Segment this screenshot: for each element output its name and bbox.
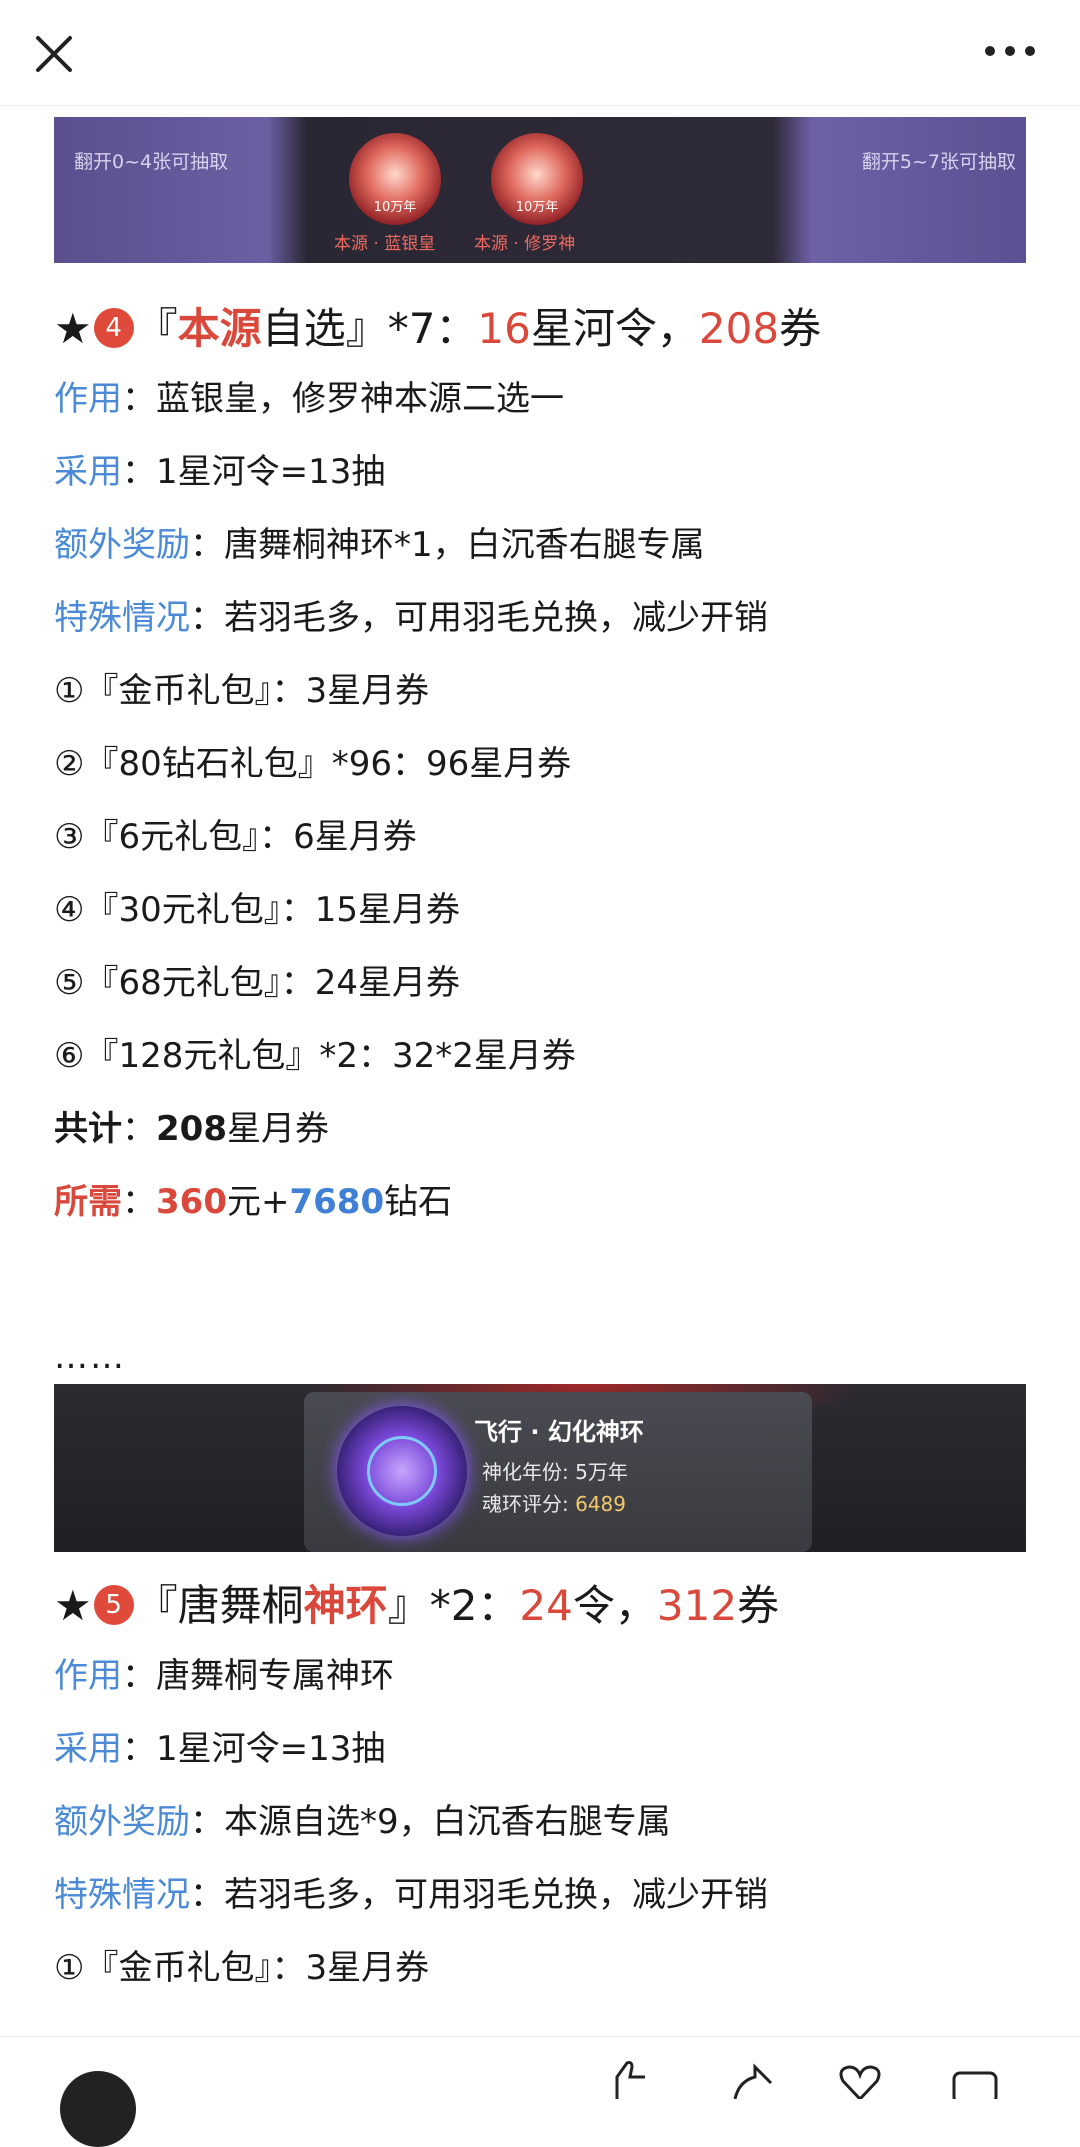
- need-diamond-number: 7680: [289, 1182, 385, 1222]
- info-row: 特殊情况：若羽毛多，可用羽毛兑换，减少开销: [54, 596, 1026, 640]
- banner2-score-label: 魂环评分:: [482, 1492, 576, 1516]
- comment-icon[interactable]: [950, 2059, 1000, 2105]
- need-yuan-text: 元+: [226, 1182, 290, 1222]
- number-badge: 4: [93, 307, 134, 348]
- heading-text: 自选』*7：: [261, 304, 478, 353]
- more-dots-icon[interactable]: [980, 36, 1040, 66]
- bottom-bar: [0, 2036, 1080, 2147]
- need-diamond-text: 钻石: [384, 1182, 453, 1222]
- banner-image-shenhuan[interactable]: 飞行 · 幻化神环 神化年份: 5万年 魂环评分: 6489: [54, 1384, 1026, 1552]
- top-bar: [0, 0, 1080, 106]
- row-label: 采用: [54, 452, 122, 492]
- row-text: 蓝银皇，修罗神本源二选一: [156, 379, 564, 419]
- share-icon[interactable]: [725, 2059, 775, 2100]
- row-sep: ：: [122, 379, 156, 419]
- row-text: 若羽毛多，可用羽毛兑换，减少开销: [224, 598, 768, 638]
- list-item: ④『30元礼包』：15星月券: [54, 890, 461, 930]
- row-label: 作用: [54, 379, 122, 419]
- heading-text: 令，: [572, 1581, 657, 1630]
- row-text: 本源自选*9，白沉香右腿专属: [224, 1802, 671, 1842]
- banner2-score-row: 魂环评分: 6489: [482, 1488, 626, 1517]
- banner-left-text: 翻开0~4张可抽取: [74, 151, 229, 173]
- row-sep: ：: [122, 1109, 156, 1149]
- heading-highlight: 神环: [303, 1581, 388, 1630]
- soul-ring-icon: [337, 1406, 467, 1536]
- info-row: 作用：蓝银皇，修罗神本源二选一: [54, 377, 1026, 421]
- row-label: 作用: [54, 1656, 122, 1696]
- info-row: 采用：1星河令=13抽: [54, 450, 1026, 494]
- need-label: 所需: [54, 1182, 122, 1222]
- row-text: 1星河令=13抽: [156, 1729, 386, 1769]
- row-sep: ：: [190, 1802, 224, 1842]
- list-item: ①『金币礼包』：3星月券: [54, 671, 430, 711]
- total-row: 共计：208星月券: [54, 1107, 1026, 1151]
- banner-right-text: 翻开5~7张可抽取: [861, 151, 1016, 173]
- row-sep: ：: [190, 1875, 224, 1915]
- need-row: 所需：360元+7680钻石: [54, 1180, 1026, 1224]
- list-item: ①『金币礼包』：3星月券: [54, 1948, 430, 1988]
- row-label: 采用: [54, 1729, 122, 1769]
- heading-number: 312: [656, 1581, 738, 1630]
- orb-icon: 10万年: [349, 133, 441, 225]
- row-sep: ：: [190, 525, 224, 565]
- row-label: 特殊情况: [54, 598, 190, 638]
- section-heading: ★ 4 『本源自选』*7：16星河令，208券: [54, 301, 1026, 357]
- row-text: 若羽毛多，可用羽毛兑换，减少开销: [224, 1875, 768, 1915]
- info-row: 作用：唐舞桐专属神环: [54, 1654, 1026, 1698]
- orb-year: 10万年: [515, 200, 559, 215]
- total-unit: 星月券: [226, 1109, 329, 1149]
- heading-highlight: 本源: [177, 304, 262, 353]
- info-row: 额外奖励：本源自选*9，白沉香右腿专属: [54, 1800, 1026, 1844]
- list-item: ⑤『68元礼包』：24星月券: [54, 963, 461, 1003]
- number-badge: 5: [93, 1584, 134, 1625]
- banner2-score-value: 6489: [575, 1492, 627, 1516]
- like-icon[interactable]: [605, 2059, 655, 2099]
- heading-number: 16: [477, 304, 531, 353]
- heading-number: 24: [519, 1581, 573, 1630]
- list-item: ③『6元礼包』：6星月券: [54, 817, 417, 857]
- heading-text: 券: [737, 1581, 780, 1630]
- orb-label: 本源 · 修罗神: [474, 234, 576, 254]
- row-sep: ：: [190, 598, 224, 638]
- row-text: 唐舞桐专属神环: [156, 1656, 394, 1696]
- row-text: 唐舞桐神环*1，白沉香右腿专属: [224, 525, 705, 565]
- row-sep: ：: [122, 1656, 156, 1696]
- heading-text: 『: [135, 304, 178, 353]
- heading-text: 』*2：: [387, 1581, 520, 1630]
- heading-text: 星河令，: [530, 304, 699, 353]
- row-label: 额外奖励: [54, 525, 190, 565]
- orb-icon: 10万年: [491, 133, 583, 225]
- list-item: ⑥『128元礼包』*2：32*2星月券: [54, 1036, 576, 1076]
- banner2-wrapper: 飞行 · 幻化神环 神化年份: 5万年 魂环评分: 6489: [54, 1384, 1026, 1552]
- need-yuan-number: 360: [156, 1182, 227, 1222]
- banner2-year: 神化年份: 5万年: [482, 1460, 628, 1484]
- row-label: 额外奖励: [54, 1802, 190, 1842]
- heading-number: 208: [698, 304, 780, 353]
- row-sep: ：: [122, 1182, 156, 1222]
- info-row: 特殊情况：若羽毛多，可用羽毛兑换，减少开销: [54, 1873, 1026, 1917]
- ellipsis-text: ……: [54, 1337, 126, 1377]
- banner-image-benyuan[interactable]: 翻开0~4张可抽取 翻开5~7张可抽取 10万年 10万年 本源 · 蓝银皇 本…: [54, 117, 1026, 263]
- total-label: 共计: [54, 1109, 122, 1149]
- star-icon: ★: [54, 1581, 92, 1630]
- banner2-title: 飞行 · 幻化神环: [474, 1418, 644, 1446]
- star-icon: ★: [54, 304, 92, 353]
- info-row: 额外奖励：唐舞桐神环*1，白沉香右腿专属: [54, 523, 1026, 567]
- heading-text: 『唐舞桐: [135, 1581, 304, 1630]
- row-sep: ：: [122, 452, 156, 492]
- row-text: 1星河令=13抽: [156, 452, 386, 492]
- row-label: 特殊情况: [54, 1875, 190, 1915]
- section-heading: ★ 5 『唐舞桐神环』*2：24令，312券: [54, 1578, 1026, 1634]
- article-content: 翻开0~4张可抽取 翻开5~7张可抽取 10万年 10万年 本源 · 蓝银皇 本…: [54, 117, 1026, 1990]
- list-item: ②『80钻石礼包』*96：96星月券: [54, 744, 572, 784]
- avatar[interactable]: [60, 2071, 136, 2147]
- orb-year: 10万年: [373, 200, 417, 215]
- orb-label: 本源 · 蓝银皇: [334, 234, 436, 254]
- heading-text: 券: [779, 304, 822, 353]
- close-icon[interactable]: [30, 30, 78, 78]
- total-number: 208: [156, 1109, 227, 1149]
- heart-icon[interactable]: [835, 2059, 885, 2102]
- info-row: 采用：1星河令=13抽: [54, 1727, 1026, 1771]
- row-sep: ：: [122, 1729, 156, 1769]
